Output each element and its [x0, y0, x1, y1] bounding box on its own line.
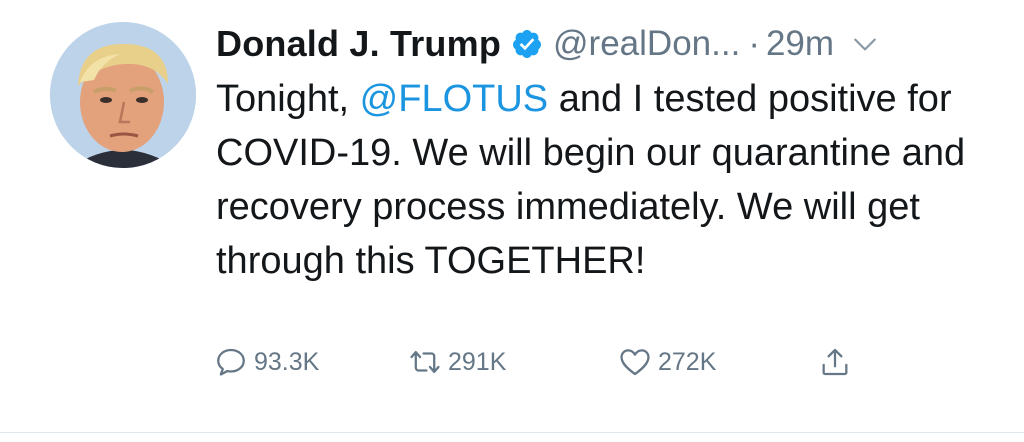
verified-badge-icon: [513, 30, 542, 58]
user-handle[interactable]: @realDon...: [553, 24, 740, 64]
avatar-image: [50, 22, 196, 168]
tweet-text-part: Tonight,: [216, 78, 360, 120]
share-button[interactable]: [818, 345, 852, 379]
tweet-header: Donald J. Trump @realDon... · 29m: [216, 20, 1006, 68]
separator-dot: ·: [748, 24, 760, 63]
like-button[interactable]: 272K: [618, 345, 716, 379]
tweet-content: Donald J. Trump @realDon... · 29m Tonigh…: [216, 20, 1006, 288]
heart-icon: [620, 349, 650, 376]
avatar[interactable]: [50, 22, 196, 168]
retweet-button[interactable]: 291K: [408, 345, 506, 379]
tweet[interactable]: Donald J. Trump @realDon... · 29m Tonigh…: [0, 0, 1024, 442]
tweet-text: Tonight, @FLOTUS and I tested positive f…: [216, 72, 1006, 288]
chevron-down-icon[interactable]: [852, 31, 878, 57]
retweet-icon: [410, 350, 440, 374]
reply-button[interactable]: 93.3K: [214, 345, 319, 379]
reply-count: 93.3K: [254, 347, 320, 376]
reply-icon: [217, 348, 245, 376]
divider: [0, 432, 1024, 433]
share-icon: [822, 348, 848, 376]
retweet-count: 291K: [448, 347, 507, 376]
like-count: 272K: [658, 347, 717, 376]
display-name[interactable]: Donald J. Trump: [216, 23, 501, 65]
timestamp[interactable]: 29m: [766, 24, 834, 64]
mention-link[interactable]: @FLOTUS: [360, 78, 548, 120]
